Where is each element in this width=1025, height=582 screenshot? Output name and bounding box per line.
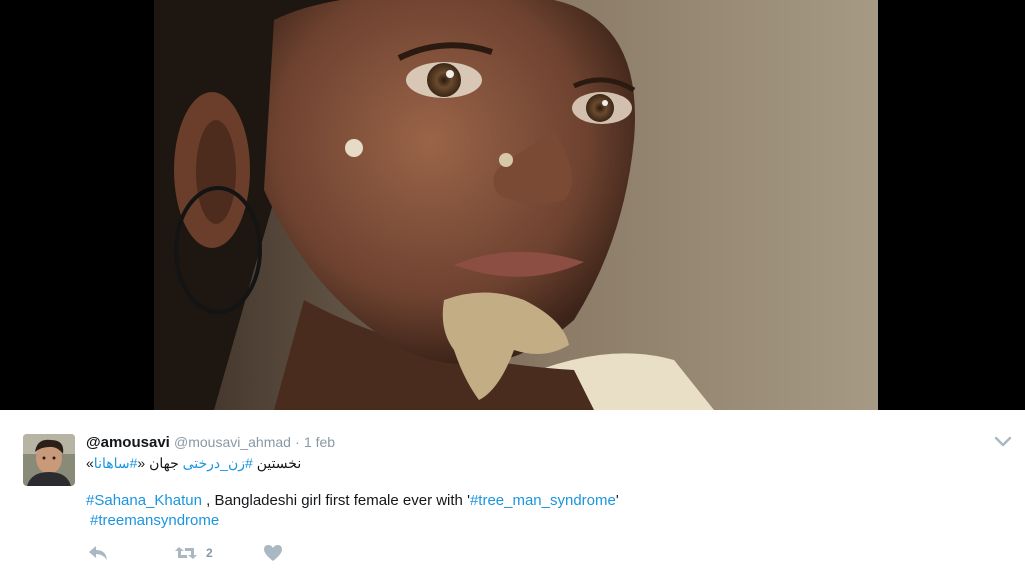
tweet-header: @amousavi @mousavi_ahmad · 1 feb [86, 432, 335, 453]
quote-open: « [137, 455, 146, 471]
retweet-count: 2 [206, 546, 213, 560]
separator-dot: · [295, 434, 300, 450]
user-handle[interactable]: @mousavi_ahmad [174, 434, 291, 450]
avatar-image [23, 434, 75, 486]
hashtag-treemansyndrome[interactable]: #treemansyndrome [90, 512, 219, 529]
text-word-first: نخستین [256, 455, 302, 471]
like-icon [264, 545, 282, 561]
quote-close: » [86, 455, 94, 471]
retweet-button[interactable] [174, 544, 198, 562]
hashtag-tree-woman[interactable]: #زن_درختی [183, 455, 253, 471]
avatar[interactable] [23, 434, 75, 486]
tweet-text-english: #Sahana_Khatun , Bangladeshi girl first … [86, 491, 619, 511]
photo-illustration [154, 0, 878, 410]
tweet-text-persian: نخستین #زن_درختی جهان «#ساهانا» [86, 453, 301, 473]
reply-button[interactable] [88, 544, 108, 562]
like-button[interactable] [263, 544, 283, 562]
hashtag-sahana-khatun[interactable]: #Sahana_Khatun [86, 492, 202, 509]
tweet-body-text-end: ' [615, 492, 619, 509]
tweet-text-hashtag-line: #treemansyndrome [90, 511, 219, 531]
tweet-body-text: , Bangladeshi girl first female ever wit… [201, 492, 470, 509]
media-area [0, 0, 1025, 410]
reply-icon [89, 546, 107, 560]
tweet-photo[interactable] [154, 0, 878, 410]
timestamp-link[interactable]: 1 feb [304, 434, 335, 450]
text-word-world: جهان [149, 455, 179, 471]
display-name[interactable]: @amousavi [86, 434, 170, 451]
tweet: @amousavi @mousavi_ahmad · 1 feb نخستین … [0, 410, 1025, 582]
hashtag-sahana[interactable]: #ساهانا [94, 455, 138, 471]
retweet-icon [175, 547, 197, 559]
hashtag-tree-man-syndrome[interactable]: #tree_man_syndrome [470, 492, 616, 509]
chevron-down-icon[interactable] [994, 434, 1012, 448]
